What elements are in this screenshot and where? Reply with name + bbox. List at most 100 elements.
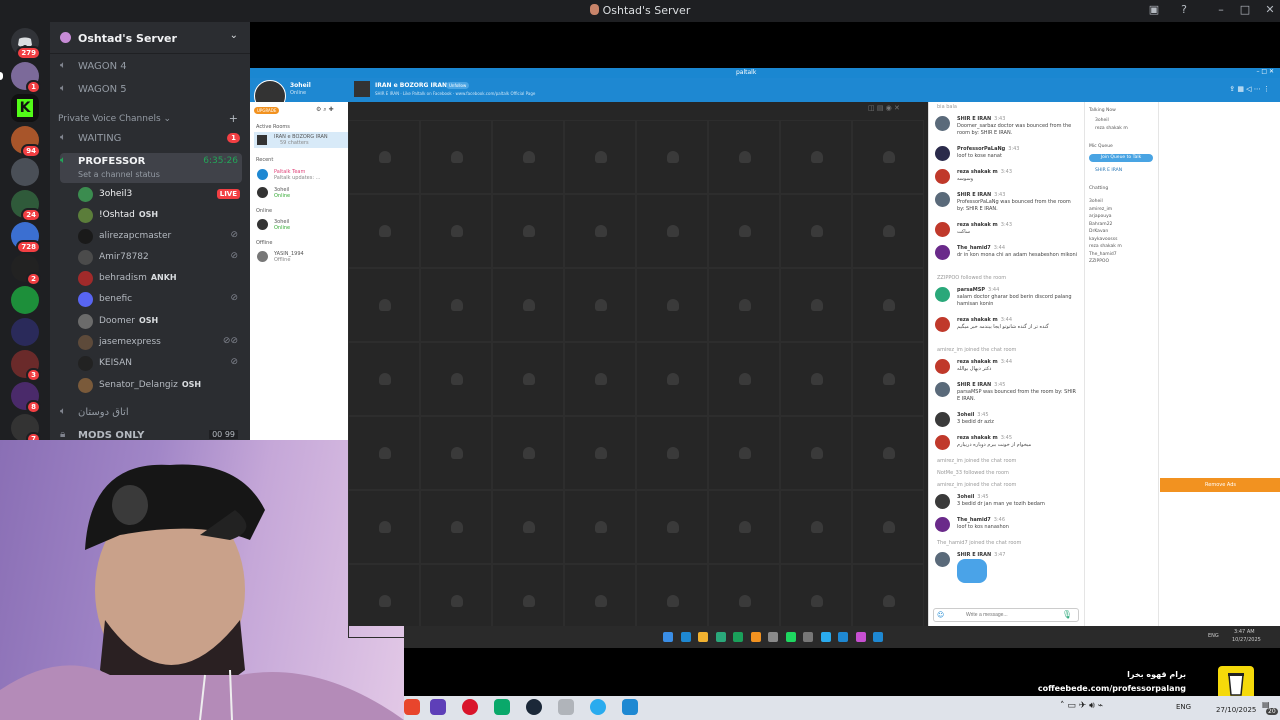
voice-user[interactable]: Senator_Delangiz OSH bbox=[78, 376, 242, 396]
chatting-user[interactable]: arjapouya bbox=[1089, 214, 1112, 219]
recent-item[interactable]: 3oheil Online bbox=[254, 186, 348, 200]
app-icon[interactable] bbox=[558, 699, 574, 715]
avatar[interactable] bbox=[935, 435, 950, 450]
remove-ads-button[interactable]: Remove Ads bbox=[1160, 478, 1280, 492]
help-icon[interactable]: ? bbox=[1174, 3, 1194, 16]
chatting-user[interactable]: 3oheil bbox=[1089, 199, 1103, 204]
chatting-user[interactable]: The_hamid7 bbox=[1089, 252, 1117, 257]
taskbar-app-icon[interactable] bbox=[838, 632, 848, 642]
taskbar-app-icon[interactable] bbox=[803, 632, 813, 642]
server-item[interactable]: 8 bbox=[11, 382, 41, 414]
telegram-icon[interactable] bbox=[590, 699, 606, 715]
close-button[interactable]: ✕ bbox=[1260, 3, 1280, 16]
avatar[interactable] bbox=[935, 517, 950, 532]
video-tile bbox=[852, 342, 924, 416]
paltalk-icon[interactable] bbox=[622, 699, 638, 715]
app-icon[interactable] bbox=[430, 699, 446, 715]
steam-icon[interactable] bbox=[526, 699, 542, 715]
tray-icons[interactable]: ˄ ▭ ✈ 🔊︎ ⌁ bbox=[1060, 701, 1103, 711]
video-tile bbox=[780, 416, 852, 490]
offline-item[interactable]: YASIN_1994 Offline bbox=[254, 250, 348, 264]
chatting-user[interactable]: amirez_im bbox=[1089, 207, 1112, 212]
avatar[interactable] bbox=[935, 146, 950, 161]
voice-channel-friends[interactable]: 🔈︎ اتاق دوستان bbox=[60, 404, 242, 422]
avatar[interactable] bbox=[935, 222, 950, 237]
minimize-button[interactable]: – bbox=[1211, 3, 1231, 16]
voice-user[interactable]: alirezapcmaster ⊘ bbox=[78, 227, 242, 247]
server-item[interactable] bbox=[11, 318, 39, 346]
server-item[interactable] bbox=[11, 286, 39, 314]
active-room-item[interactable]: IRAN e BOZORG IRAN 59 chatters bbox=[254, 132, 348, 148]
server-item[interactable]: 1 bbox=[11, 62, 41, 94]
recent-item[interactable]: Paltalk Team Paltalk updates: ... bbox=[254, 168, 348, 182]
video-toolbar[interactable]: ◫ ▤ ◉ ✕ bbox=[868, 104, 926, 116]
voice-channel-wagon-5[interactable]: 🔈︎ WAGON 5 bbox=[60, 81, 242, 99]
browser-icon[interactable] bbox=[404, 699, 420, 715]
chevron-down-icon[interactable]: ⌄ bbox=[230, 30, 238, 41]
avatar[interactable] bbox=[935, 412, 950, 427]
chatting-user[interactable]: DrKavan bbox=[1089, 229, 1108, 234]
taskbar-app-icon[interactable] bbox=[733, 632, 743, 642]
voice-user[interactable]: jasemexpress ⊘⊘ bbox=[78, 333, 242, 353]
avatar[interactable] bbox=[935, 116, 950, 131]
emoji-icon[interactable]: ☺ bbox=[937, 611, 944, 619]
server-item[interactable]: 24 bbox=[11, 190, 41, 222]
server-item[interactable]: 2 bbox=[11, 254, 41, 286]
voice-user[interactable]: 3oheil3 LIVE bbox=[78, 185, 242, 205]
online-item[interactable]: 3oheil Online bbox=[254, 218, 348, 232]
voice-user[interactable]: behradism ANKH bbox=[78, 269, 242, 289]
window-controls[interactable]: – □ ✕ bbox=[1256, 68, 1274, 75]
chatting-user[interactable]: ZZIPPOO bbox=[1089, 259, 1109, 264]
settings-search-icons[interactable]: ⚙ ⌕ ✚ bbox=[316, 106, 334, 114]
server-header[interactable]: Oshtad's Server ⌄ bbox=[50, 22, 250, 54]
server-item[interactable]: 3 bbox=[11, 350, 41, 382]
avatar[interactable] bbox=[935, 192, 950, 207]
chatting-user[interactable]: reza shakak m bbox=[1089, 244, 1122, 249]
avatar[interactable] bbox=[935, 287, 950, 302]
taskbar-app-icon[interactable] bbox=[698, 632, 708, 642]
server-item[interactable]: K bbox=[11, 94, 39, 122]
voice-user[interactable]: Doomer OSH bbox=[78, 312, 242, 332]
message-input[interactable] bbox=[966, 610, 1046, 620]
toolbar-icons[interactable]: ⇪ ▦ ◁ ⋯ ⋮ bbox=[1229, 85, 1270, 93]
voice-channel-wagon-4[interactable]: 🔈︎ WAGON 4 bbox=[60, 58, 242, 76]
avatar[interactable] bbox=[935, 382, 950, 397]
taskbar-app-icon[interactable] bbox=[663, 632, 673, 642]
mic-icon[interactable]: 🎙︎ bbox=[1062, 610, 1072, 619]
taskbar-app-icon[interactable] bbox=[820, 632, 831, 642]
avatar[interactable] bbox=[935, 552, 950, 567]
video-tile bbox=[420, 342, 492, 416]
voice-user[interactable]: KEISAN ⊘ bbox=[78, 354, 242, 374]
voice-channel-waiting[interactable]: 🔈︎ WAITING 1 bbox=[60, 130, 242, 148]
taskbar-app-icon[interactable] bbox=[680, 632, 691, 642]
home-button[interactable]: 279 bbox=[11, 28, 41, 60]
taskbar-app-icon[interactable] bbox=[750, 632, 761, 642]
taskbar-app-icon[interactable] bbox=[768, 632, 778, 642]
server-item[interactable]: 94 bbox=[11, 126, 41, 158]
taskbar-app-icon[interactable] bbox=[855, 632, 866, 642]
server-item[interactable] bbox=[11, 158, 39, 186]
server-item[interactable]: 7 bbox=[11, 414, 41, 446]
taskbar-app-icon[interactable] bbox=[785, 632, 796, 642]
avatar[interactable] bbox=[935, 359, 950, 374]
voice-channel-professor[interactable]: 🔈︎ PROFESSOR 6:35:26 Set a channel statu… bbox=[60, 153, 242, 183]
avatar[interactable] bbox=[935, 317, 950, 332]
chatting-user[interactable]: kaykavoosss bbox=[1089, 237, 1117, 242]
server-item[interactable]: 728 bbox=[11, 222, 41, 254]
voice-user[interactable]: !Oshtad OSH bbox=[78, 206, 242, 226]
chatting-user[interactable]: Bahram22 bbox=[1089, 222, 1112, 227]
voice-user[interactable]: Amir78782 ⊘ bbox=[78, 248, 242, 268]
join-queue-button[interactable]: Join Queue to Talk bbox=[1089, 154, 1153, 162]
opera-icon[interactable] bbox=[462, 699, 478, 715]
category-private-voice[interactable]: Private Voice Channels ⌄ bbox=[58, 114, 171, 124]
maximize-button[interactable]: □ bbox=[1235, 3, 1255, 16]
add-channel-icon[interactable]: + bbox=[229, 112, 238, 125]
inbox-icon[interactable]: ▣ bbox=[1144, 3, 1164, 16]
avatar[interactable] bbox=[935, 169, 950, 184]
app-icon[interactable] bbox=[494, 699, 510, 715]
avatar[interactable] bbox=[935, 494, 950, 509]
voice-user[interactable]: benefic ⊘ bbox=[78, 290, 242, 310]
avatar[interactable] bbox=[935, 245, 950, 260]
taskbar-app-icon[interactable] bbox=[873, 632, 883, 642]
taskbar-app-icon[interactable] bbox=[715, 632, 726, 642]
